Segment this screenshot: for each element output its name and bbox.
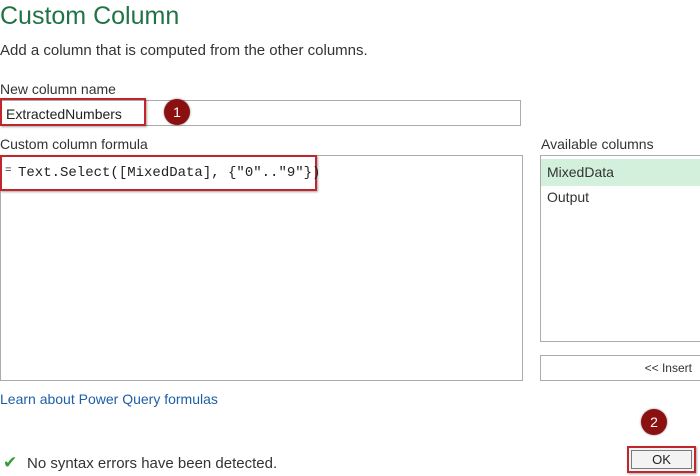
- available-columns-list[interactable]: MixedData Output: [540, 155, 700, 342]
- new-column-name-value: ExtractedNumbers: [6, 106, 122, 122]
- learn-power-query-link[interactable]: Learn about Power Query formulas: [0, 391, 218, 407]
- formula-equals-prefix: =: [5, 165, 12, 177]
- insert-button[interactable]: << Insert: [540, 355, 700, 381]
- formula-text: Text.Select([MixedData], {"0".."9"}): [18, 165, 321, 181]
- available-column-output[interactable]: Output: [541, 184, 700, 211]
- status-message: No syntax errors have been detected.: [27, 455, 278, 472]
- available-column-mixeddata[interactable]: MixedData: [541, 159, 700, 186]
- available-columns-label: Available columns: [541, 136, 654, 152]
- step-badge-1: 1: [164, 99, 190, 125]
- dialog-subtitle: Add a column that is computed from the o…: [0, 42, 368, 59]
- new-column-name-label: New column name: [0, 81, 116, 97]
- dialog-title: Custom Column: [0, 2, 180, 30]
- step-badge-2: 2: [641, 409, 667, 435]
- ok-button[interactable]: OK: [627, 446, 696, 473]
- checkmark-icon: ✔: [3, 453, 18, 472]
- custom-column-formula-label: Custom column formula: [0, 136, 148, 152]
- ok-button-label: OK: [652, 452, 671, 467]
